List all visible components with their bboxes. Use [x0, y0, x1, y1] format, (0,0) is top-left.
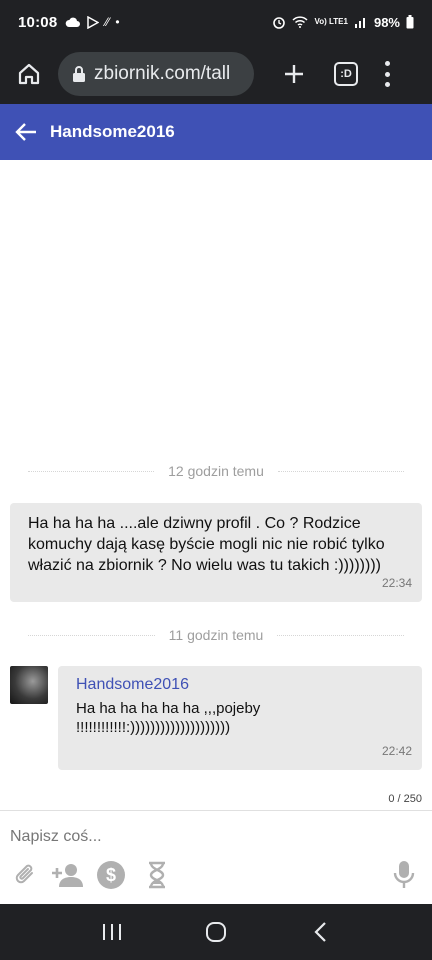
new-tab-button[interactable]	[280, 60, 308, 88]
chat-title: Handsome2016	[50, 122, 175, 141]
back-button[interactable]	[12, 118, 40, 146]
cloud-icon	[66, 17, 81, 27]
microphone-icon	[393, 861, 415, 888]
lock-icon	[72, 65, 86, 83]
url-text: zbiornik.com/tall	[94, 63, 231, 84]
message-text: Ha ha ha ha ha ha ,,,pojeby !!!!!!!!!!!!…	[76, 700, 261, 736]
avatar[interactable]	[10, 666, 48, 704]
wifi-icon	[292, 16, 309, 28]
dot	[384, 71, 390, 77]
recent-apps-button[interactable]	[92, 912, 132, 952]
status-time: 10:08	[18, 13, 58, 31]
divider-line	[28, 634, 155, 636]
tab-switcher-button[interactable]: :D	[334, 62, 358, 86]
system-nav-bar	[0, 904, 432, 960]
play-store-icon	[87, 15, 100, 29]
divider-label: 12 godzin temu	[168, 463, 264, 479]
notification-icons: ⁄⁄ •	[65, 15, 120, 29]
status-bar: 10:08 ⁄⁄ • Vo) LTE1 98%	[0, 0, 432, 44]
home-nav-button[interactable]	[196, 912, 236, 952]
timer-button[interactable]	[141, 859, 173, 891]
battery-percent: 98%	[373, 14, 400, 30]
signal-icon	[354, 18, 365, 28]
missed-call-icon: ⁄⁄	[105, 15, 110, 29]
chevron-left-icon	[314, 922, 326, 942]
divider-label: 11 godzin temu	[168, 627, 264, 643]
message-time: 22:34	[381, 576, 412, 590]
divider-line	[277, 470, 405, 472]
incoming-message: Handsome2016 Ha ha ha ha ha ha ,,,pojeby…	[58, 666, 422, 770]
message-author[interactable]: Handsome2016	[76, 676, 404, 694]
hourglass-icon	[149, 861, 165, 889]
dot-icon: •	[115, 15, 120, 29]
date-divider: 12 godzin temu	[28, 463, 405, 479]
recents-icon	[103, 924, 121, 940]
svg-text:$: $	[106, 865, 116, 885]
browser-toolbar: zbiornik.com/tall :D	[0, 44, 432, 104]
divider-line	[28, 470, 155, 472]
alarm-icon	[273, 17, 286, 29]
add-person-icon	[52, 864, 83, 887]
home-circle-icon	[206, 922, 226, 942]
dot	[384, 82, 390, 87]
address-bar[interactable]: zbiornik.com/tall	[58, 52, 254, 96]
message-time: 22:42	[381, 744, 412, 758]
status-right: Vo) LTE1 98%	[272, 15, 414, 30]
divider-line	[277, 634, 405, 636]
composer: $	[0, 810, 432, 904]
chat-header: Handsome2016	[0, 104, 432, 160]
payment-button[interactable]: $	[95, 859, 127, 891]
attach-button[interactable]	[10, 859, 42, 891]
char-counter: 0 / 250	[388, 793, 422, 805]
add-person-button[interactable]	[50, 859, 86, 891]
message-input[interactable]	[10, 825, 410, 849]
plus-icon	[285, 65, 303, 83]
home-button[interactable]	[12, 57, 46, 91]
voice-button[interactable]	[388, 859, 420, 891]
back-nav-button[interactable]	[300, 912, 340, 952]
network-label: Vo) LTE1	[314, 17, 348, 26]
own-message: Ha ha ha ha ....ale dziwny profil . Co ?…	[10, 503, 422, 602]
paperclip-icon	[15, 864, 33, 884]
home-icon	[18, 63, 40, 85]
battery-icon	[406, 15, 414, 29]
arrow-left-icon	[15, 123, 36, 141]
browser-menu-button[interactable]	[382, 61, 392, 87]
message-text: Ha ha ha ha ....ale dziwny profil . Co ?…	[28, 515, 385, 574]
dot	[384, 61, 390, 66]
dollar-icon: $	[97, 861, 125, 889]
date-divider: 11 godzin temu	[28, 627, 405, 643]
